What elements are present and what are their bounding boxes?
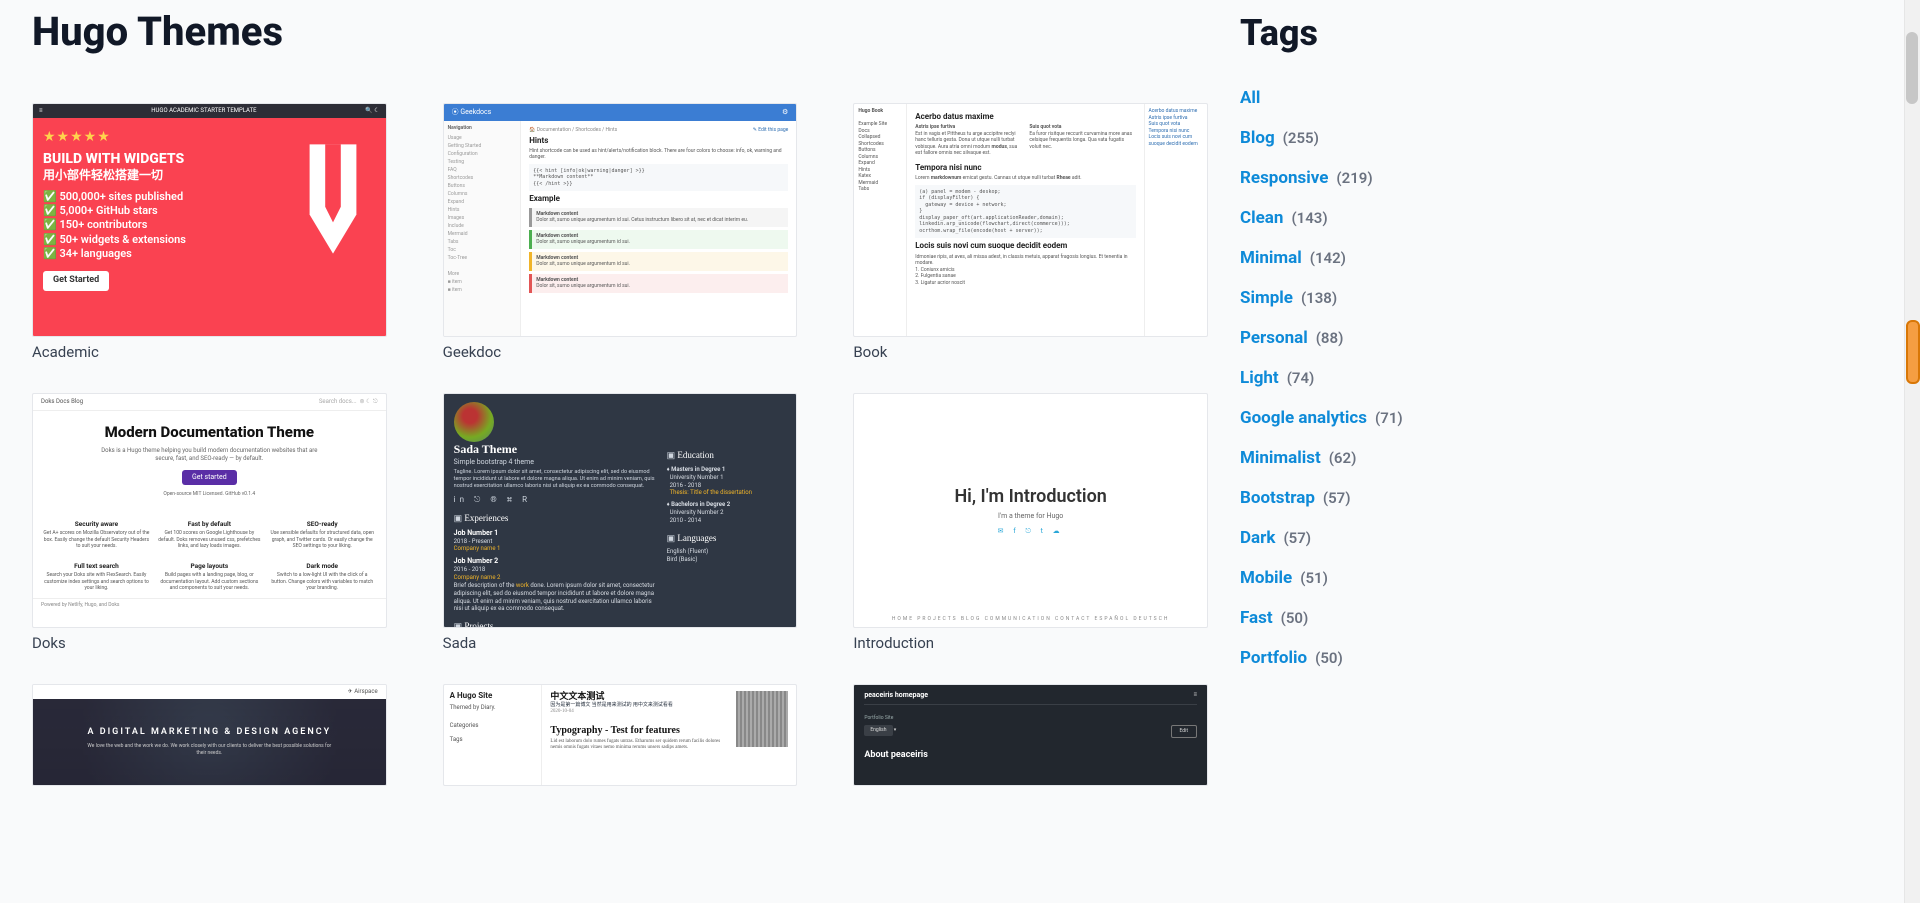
theme-thumbnail: ✈ Airspace A DIGITAL MARKETING & DESIGN … — [32, 684, 387, 786]
theme-card-airspace[interactable]: ✈ Airspace A DIGITAL MARKETING & DESIGN … — [32, 684, 387, 786]
tag-count: (51) — [1300, 569, 1328, 587]
tag-list: All Blog (255) Responsive (219) Clean (143) Min… — [1240, 78, 1516, 678]
tag-count: (71) — [1375, 409, 1403, 427]
tag-item[interactable]: Responsive (219) — [1240, 158, 1516, 198]
tag-name: Clean — [1240, 208, 1283, 228]
theme-thumbnail: Hugo Book Example SiteDocsCollapsedShort… — [853, 103, 1208, 337]
tag-count: (88) — [1316, 329, 1344, 347]
social-icons: in ⎋ ® ⌘ R — [454, 495, 657, 505]
tag-count: (57) — [1283, 529, 1311, 547]
page-title: Hugo Themes — [32, 8, 1208, 55]
theme-thumbnail: Doks Docs Blog Search docs... ⊚ ☾ ⎋ Mode… — [32, 393, 387, 627]
menu-icon: ≡ — [1193, 691, 1197, 699]
thumb-topbar-title: HUGO ACADEMIC STARTER TEMPLATE — [151, 107, 256, 115]
tags-sidebar: Tags All Blog (255) Responsive (219) Clean (14… — [1240, 0, 1540, 818]
tag-item[interactable]: All — [1240, 78, 1516, 118]
tag-name: Minimalist — [1240, 448, 1321, 468]
theme-name: Geekdoc — [443, 343, 798, 361]
tag-count: (138) — [1301, 289, 1337, 307]
tag-item[interactable]: Portfolio (50) — [1240, 638, 1516, 678]
tag-name: Light — [1240, 368, 1279, 388]
tag-count: (219) — [1336, 169, 1372, 187]
theme-name: Sada — [443, 634, 798, 652]
theme-thumbnail: A Hugo Site Themed by Diary. Categories … — [443, 684, 798, 786]
thumb-brand: ⦿ Geekdocs — [452, 108, 492, 117]
tag-name: Google analytics — [1240, 408, 1367, 428]
theme-card-academic[interactable]: ≡ HUGO ACADEMIC STARTER TEMPLATE 🔍 ☾ ★★★… — [32, 103, 387, 361]
scrollbar-thumb[interactable] — [1906, 32, 1918, 104]
theme-thumbnail: Sada Theme Simple bootstrap 4 theme Tagl… — [443, 393, 798, 627]
theme-name: Doks — [32, 634, 387, 652]
gear-icon: ⚙ — [782, 108, 788, 117]
theme-card-geekdoc[interactable]: ⦿ Geekdocs ⚙ Navigation UsageGetting Sta… — [443, 103, 798, 361]
tag-item[interactable]: Fast (50) — [1240, 598, 1516, 638]
tag-name: Blog — [1240, 128, 1275, 148]
thumb-brand: ✈ Airspace — [348, 688, 378, 696]
vertical-scrollbar[interactable] — [1904, 0, 1920, 903]
tag-name: Mobile — [1240, 568, 1292, 588]
theme-name: Academic — [32, 343, 387, 361]
tag-count: (50) — [1281, 609, 1309, 627]
tag-item[interactable]: Minimalist (62) — [1240, 438, 1516, 478]
tag-item[interactable]: Dark (57) — [1240, 518, 1516, 558]
thumb-cta-button: Get started — [182, 470, 237, 485]
theme-card-introduction[interactable]: Hi, I'm Introduction I'm a theme for Hug… — [853, 393, 1208, 651]
theme-card-book[interactable]: Hugo Book Example SiteDocsCollapsedShort… — [853, 103, 1208, 361]
tag-name: Minimal — [1240, 248, 1302, 268]
tag-item[interactable]: Clean (143) — [1240, 198, 1516, 238]
theme-card-diary[interactable]: A Hugo Site Themed by Diary. Categories … — [443, 684, 798, 786]
theme-card-iris[interactable]: peaceiris homepage≡ Portfolio Site Engli… — [853, 684, 1208, 786]
tag-count: (62) — [1329, 449, 1357, 467]
theme-thumbnail: ≡ HUGO ACADEMIC STARTER TEMPLATE 🔍 ☾ ★★★… — [32, 103, 387, 337]
tag-name: Fast — [1240, 608, 1273, 628]
tag-name: Personal — [1240, 328, 1308, 348]
sidebar-title: Tags — [1240, 12, 1516, 54]
tag-name: Simple — [1240, 288, 1293, 308]
theme-thumbnail: peaceiris homepage≡ Portfolio Site Engli… — [853, 684, 1208, 786]
avatar-icon — [454, 402, 494, 442]
theme-name: Introduction — [853, 634, 1208, 652]
tag-count: (255) — [1283, 129, 1319, 147]
tag-count: (50) — [1315, 649, 1343, 667]
tag-item[interactable]: Light (74) — [1240, 358, 1516, 398]
tag-count: (142) — [1310, 249, 1346, 267]
tag-item[interactable]: Mobile (51) — [1240, 558, 1516, 598]
themes-grid: ≡ HUGO ACADEMIC STARTER TEMPLATE 🔍 ☾ ★★★… — [32, 103, 1208, 786]
social-icons: ✉ f ⎋ t ☁ — [998, 527, 1064, 536]
theme-thumbnail: ⦿ Geekdocs ⚙ Navigation UsageGetting Sta… — [443, 103, 798, 337]
pencil-logo-icon — [294, 144, 372, 254]
theme-thumbnail: Hi, I'm Introduction I'm a theme for Hug… — [853, 393, 1208, 627]
tag-name: All — [1240, 88, 1260, 108]
tag-item[interactable]: Bootstrap (57) — [1240, 478, 1516, 518]
theme-name: Book — [853, 343, 1208, 361]
tag-item[interactable]: Blog (255) — [1240, 118, 1516, 158]
theme-card-sada[interactable]: Sada Theme Simple bootstrap 4 theme Tagl… — [443, 393, 798, 651]
scrollbar-thumb-active[interactable] — [1906, 320, 1920, 384]
tag-item[interactable]: Personal (88) — [1240, 318, 1516, 358]
thumb-cta-button: Get Started — [43, 271, 109, 291]
tag-name: Responsive — [1240, 168, 1328, 188]
tag-name: Bootstrap — [1240, 488, 1315, 508]
tag-count: (143) — [1291, 209, 1327, 227]
tag-item[interactable]: Minimal (142) — [1240, 238, 1516, 278]
tag-count: (74) — [1287, 369, 1315, 387]
menu-icon: ≡ — [39, 107, 43, 115]
search-and-moon-icon: 🔍 ☾ — [365, 107, 379, 115]
tag-item[interactable]: Google analytics (71) — [1240, 398, 1516, 438]
tag-count: (57) — [1323, 489, 1351, 507]
post-image — [736, 691, 788, 747]
tag-item[interactable]: Simple (138) — [1240, 278, 1516, 318]
tag-name: Portfolio — [1240, 648, 1307, 668]
theme-card-doks[interactable]: Doks Docs Blog Search docs... ⊚ ☾ ⎋ Mode… — [32, 393, 387, 651]
tag-name: Dark — [1240, 528, 1275, 548]
